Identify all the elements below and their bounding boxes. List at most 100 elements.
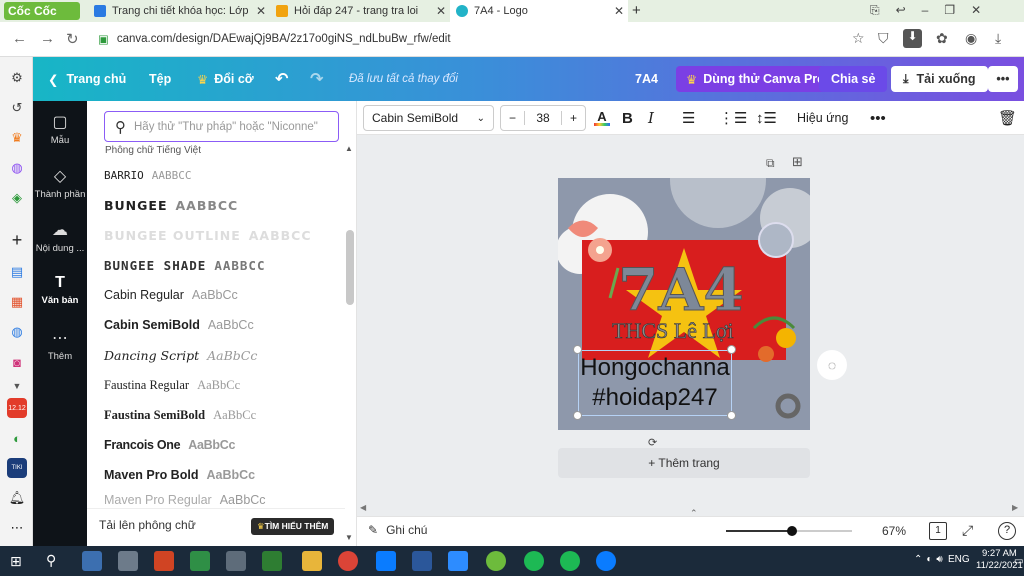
font-item[interactable]: Maven Pro Regular AaBbCc	[104, 492, 266, 508]
list-icon[interactable]: ⋮☰	[719, 101, 747, 135]
fullscreen-icon[interactable]: ⤢	[962, 522, 973, 539]
file-menu[interactable]: Tệp	[149, 57, 171, 101]
zoom-icon[interactable]	[448, 551, 468, 571]
more-dots-icon[interactable]: ⋯	[7, 518, 27, 538]
minus-icon[interactable]: −	[501, 111, 525, 125]
chevron-down-icon[interactable]: ▼	[7, 376, 27, 396]
scroll-up-icon[interactable]: ▲	[345, 144, 353, 153]
forward-icon[interactable]: →	[40, 30, 55, 47]
align-center-icon[interactable]: ☰	[682, 101, 695, 135]
font-family-select[interactable]: Cabin SemiBold ⌄	[363, 105, 494, 131]
promo-icon[interactable]: 12.12	[7, 398, 27, 418]
design-school[interactable]: THCS Lê Lợi	[612, 318, 734, 344]
resize-handle[interactable]	[573, 411, 582, 420]
browser-logo[interactable]: Cốc Cốc	[4, 2, 80, 20]
reload-icon[interactable]: ↻	[66, 30, 79, 48]
spotify2-icon[interactable]	[560, 551, 580, 571]
file-explorer-icon[interactable]	[302, 551, 322, 571]
add-page-icon[interactable]: ⊞	[792, 154, 803, 170]
instagram-icon[interactable]: ◙	[7, 352, 27, 372]
help-icon[interactable]: ?	[998, 522, 1016, 540]
spacing-icon[interactable]: ↕☰	[756, 101, 777, 135]
sidenav-more[interactable]: ⋯ Thêm	[33, 328, 87, 362]
font-item[interactable]: Faustina Regular AaBbCc	[104, 370, 240, 400]
add-icon[interactable]: +	[7, 230, 27, 250]
more-options-button[interactable]: •••	[988, 66, 1018, 92]
messenger2-icon[interactable]: ◍	[7, 322, 27, 342]
panel-scrollbar[interactable]	[346, 230, 354, 305]
back-icon[interactable]: ←	[12, 30, 27, 47]
sidenav-text[interactable]: T Văn bản	[33, 274, 87, 306]
text-color-button[interactable]: A	[594, 101, 610, 135]
new-tab-icon[interactable]: +	[632, 2, 641, 19]
translate-icon[interactable]: ▤	[7, 262, 27, 282]
font-item[interactable]: Cabin SemiBold AaBbCc	[104, 310, 254, 340]
download-button[interactable]: ⤓ Tải xuống	[891, 66, 988, 92]
font-item[interactable]: BARRIO AABBCC	[104, 160, 192, 190]
coccoc-icon[interactable]	[486, 551, 506, 571]
font-item[interactable]: BUNGEE OUTLINE AABBCC	[104, 220, 312, 250]
font-search-input[interactable]: ⚲ Hãy thử "Thư pháp" hoặc "Niconne"	[104, 111, 339, 142]
font-item[interactable]: BUNGEE SHADE AABBCC	[104, 250, 265, 280]
tray-icons[interactable]: ⌃◐🔊︎	[914, 554, 947, 565]
learn-more-badge[interactable]: ♛TÌM HIỂU THÊM	[251, 518, 335, 535]
design-name[interactable]: 7A4	[635, 57, 658, 101]
undo-icon[interactable]: ↶	[275, 57, 288, 101]
history-icon[interactable]: ↺	[7, 98, 27, 118]
font-item[interactable]: Maven Pro Bold AaBbCc	[104, 460, 255, 490]
bookmark-star-icon[interactable]: ☆	[852, 30, 865, 47]
close-icon[interactable]: ✕	[436, 4, 446, 18]
font-size-value[interactable]: 38	[525, 111, 561, 125]
home-button[interactable]: ❮ Trang chủ	[48, 57, 126, 101]
extension-icon[interactable]: ◐	[7, 428, 27, 448]
selected-text-box[interactable]: Hongochanna #hoidap247	[578, 350, 732, 416]
zalo2-icon[interactable]	[596, 551, 616, 571]
duplicate-page-icon[interactable]: ⧉	[766, 156, 775, 171]
more-dots-icon[interactable]: •••	[870, 101, 886, 135]
resize-handle[interactable]	[727, 345, 736, 354]
app-icon[interactable]	[226, 551, 246, 571]
zalo-icon[interactable]	[376, 551, 396, 571]
font-item[interactable]: BUNGEE AABBCC	[104, 190, 238, 220]
window-controls[interactable]: ⎘↩–❐✕	[870, 3, 997, 18]
app-icon[interactable]	[190, 551, 210, 571]
effects-button[interactable]: Hiệu ứng	[797, 101, 848, 135]
powerpoint-icon[interactable]	[154, 551, 174, 571]
store-icon[interactable]	[82, 551, 102, 571]
italic-icon[interactable]: I	[648, 101, 654, 135]
settings-gear-icon[interactable]: ⚙	[7, 68, 27, 88]
spotify-icon[interactable]	[524, 551, 544, 571]
shield-icon[interactable]: ⛉	[878, 30, 889, 47]
trash-icon[interactable]: 🗑︎	[998, 101, 1017, 135]
download-icon[interactable]: ⬇	[903, 29, 922, 48]
scroll-down-icon[interactable]: ▼	[345, 533, 353, 542]
font-item[interactable]: Dancing Script AaBbCc	[104, 340, 257, 370]
bell-icon[interactable]: 🔔︎	[7, 488, 27, 508]
zoom-slider[interactable]	[726, 524, 852, 538]
page-count-button[interactable]: 1	[929, 522, 947, 540]
close-icon[interactable]: ✕	[614, 4, 624, 18]
resize-button[interactable]: ♛ Đổi cỡ	[197, 57, 254, 101]
share-button[interactable]: Chia sẻ	[819, 66, 888, 92]
design-canvas[interactable]: 7A4 THCS Lê Lợi Hongochanna #hoidap247	[558, 178, 810, 430]
notes-button[interactable]: ✎ Ghi chú	[368, 523, 427, 537]
url-field[interactable]: ▣ canva.com/design/DAEwajQj9BA/2z17o0giN…	[98, 27, 878, 51]
sidenav-templates[interactable]: ▢ Mẫu	[33, 112, 87, 146]
browser-download-icon[interactable]: ⤓	[995, 30, 1001, 47]
app-icon[interactable]	[262, 551, 282, 571]
notification-icon[interactable]: ▭	[1014, 556, 1023, 567]
search-icon[interactable]: ⚲	[46, 552, 56, 569]
resize-handle[interactable]	[573, 345, 582, 354]
extensions-icon[interactable]: ✿	[936, 30, 948, 47]
font-size-stepper[interactable]: − 38 +	[500, 105, 586, 131]
tab-canva[interactable]: 7A4 - Logo ✕	[450, 0, 628, 22]
bold-icon[interactable]: B	[622, 101, 633, 135]
language-indicator[interactable]: ENG	[948, 554, 970, 565]
scroll-right-icon[interactable]: ▶	[1012, 503, 1018, 512]
scroll-left-icon[interactable]: ◀	[360, 503, 366, 512]
font-item[interactable]: Faustina SemiBold AaBbCc	[104, 400, 256, 430]
close-icon[interactable]: ✕	[256, 4, 266, 18]
game-icon[interactable]: ◈	[7, 188, 27, 208]
font-item[interactable]: Cabin Regular AaBbCc	[104, 280, 238, 310]
crown-icon[interactable]: ♛	[7, 128, 27, 148]
